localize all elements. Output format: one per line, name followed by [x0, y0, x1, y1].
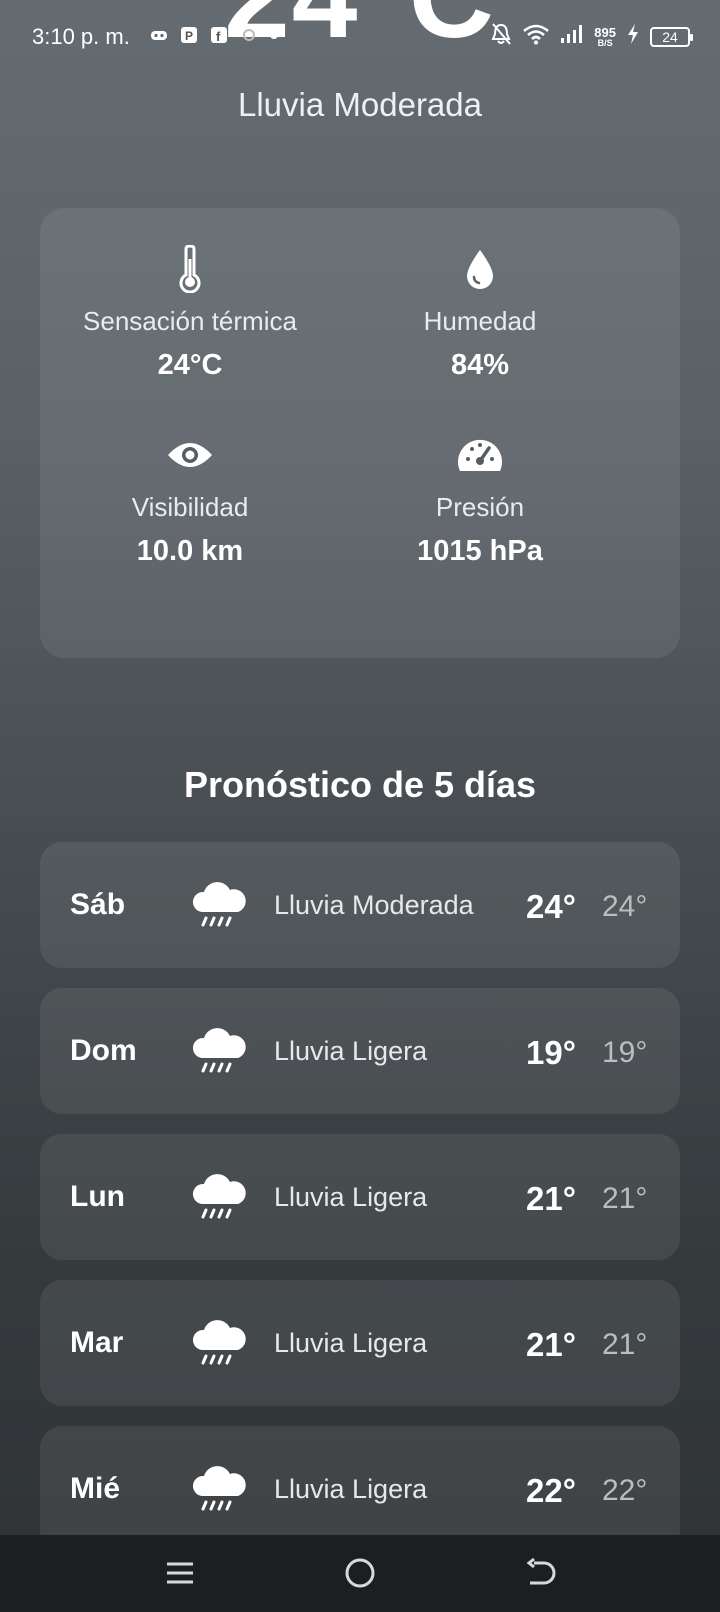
forecast-min-temp: 21°: [602, 1328, 648, 1361]
forecast-description: Lluvia Ligera: [274, 1036, 428, 1066]
forecast-day: Sáb: [70, 888, 126, 921]
eye-icon: [40, 430, 340, 480]
feels-like-label: Sensación térmica: [83, 306, 297, 336]
notification-icons: P f: [150, 26, 278, 44]
charging-icon: [626, 23, 640, 50]
bell-muted-icon: [490, 22, 512, 51]
svg-text:f: f: [216, 29, 221, 43]
gauge-icon: [330, 430, 630, 480]
more-notifications-dot-icon: [270, 31, 278, 39]
forecast-max-temp: 19°: [526, 1034, 576, 1071]
forecast-max-temp: 24°: [526, 888, 576, 925]
current-condition: Lluvia Moderada: [238, 86, 482, 123]
status-bar: 3:10 p. m. P f 895 B/S 24: [0, 0, 720, 72]
forecast-day: Dom: [70, 1034, 137, 1067]
pressure-label: Presión: [435, 492, 525, 522]
humidity-label: Humedad: [423, 306, 537, 336]
forecast-min-temp: 19°: [602, 1036, 648, 1069]
humidity-detail: Humedad 84%: [330, 244, 630, 382]
weather-details-card: Sensación térmica 24°C Humedad 84% Visib…: [40, 208, 680, 658]
forecast-description: Lluvia Ligera: [274, 1182, 428, 1212]
forecast-row[interactable]: Mié Lluvia Ligera 22° 22°: [40, 1426, 680, 1552]
forecast-day: Lun: [70, 1180, 125, 1213]
rain-cloud-icon: [190, 874, 250, 934]
forecast-description: Lluvia Ligera: [274, 1328, 428, 1358]
pressure-value: 1015 hPa: [417, 535, 543, 567]
back-icon[interactable]: [522, 1555, 558, 1591]
forecast-day: Mar: [70, 1326, 124, 1359]
pressure-detail: Presión 1015 hPa: [330, 430, 630, 568]
forecast-min-temp: 24°: [602, 890, 648, 923]
forecast-row[interactable]: Lun Lluvia Ligera 21° 21°: [40, 1134, 680, 1260]
forecast-row[interactable]: Mar Lluvia Ligera 21° 21°: [40, 1280, 680, 1406]
forecast-min-temp: 21°: [602, 1182, 648, 1215]
feels-like-detail: Sensación térmica 24°C: [40, 244, 340, 382]
svg-text:P: P: [185, 29, 193, 43]
forecast-row[interactable]: Dom Lluvia Ligera 19° 19°: [40, 988, 680, 1114]
visibility-label: Visibilidad: [131, 492, 249, 522]
facebook-icon: f: [210, 26, 228, 44]
forecast-max-temp: 22°: [526, 1472, 576, 1509]
forecast-min-temp: 22°: [602, 1474, 648, 1507]
rain-cloud-icon: [190, 1166, 250, 1226]
rain-cloud-icon: [190, 1458, 250, 1518]
battery-icon: 24: [650, 26, 693, 47]
forecast-row[interactable]: Sáb Lluvia Moderada 24° 24°: [40, 842, 680, 968]
rain-cloud-icon: [190, 1312, 250, 1372]
network-speed: 895 B/S: [594, 24, 616, 48]
forecast-day: Mié: [70, 1472, 121, 1505]
forecast-max-temp: 21°: [526, 1326, 576, 1363]
system-icons: 895 B/S 24: [490, 22, 693, 51]
thermometer-icon: [40, 244, 340, 294]
status-time: 3:10 p. m.: [32, 24, 130, 49]
parking-app-icon: P: [180, 26, 198, 44]
app-notification-icon: [240, 26, 258, 44]
recent-apps-icon[interactable]: [162, 1555, 198, 1591]
droplet-icon: [330, 244, 630, 294]
forecast-description: Lluvia Moderada: [274, 890, 474, 920]
wifi-icon: [522, 23, 550, 50]
forecast-max-temp: 21°: [526, 1180, 576, 1217]
humidity-value: 84%: [450, 349, 510, 381]
visibility-value: 10.0 km: [136, 535, 244, 567]
system-navigation-bar: [0, 1535, 720, 1612]
signal-icon: [560, 24, 584, 49]
rain-cloud-icon: [190, 1020, 250, 1080]
feels-like-value: 24°C: [157, 349, 223, 381]
forecast-description: Lluvia Ligera: [274, 1474, 428, 1504]
home-icon[interactable]: [342, 1555, 378, 1591]
game-controller-icon: [150, 26, 168, 44]
forecast-title: Pronóstico de 5 días: [183, 764, 537, 805]
visibility-detail: Visibilidad 10.0 km: [40, 430, 340, 568]
